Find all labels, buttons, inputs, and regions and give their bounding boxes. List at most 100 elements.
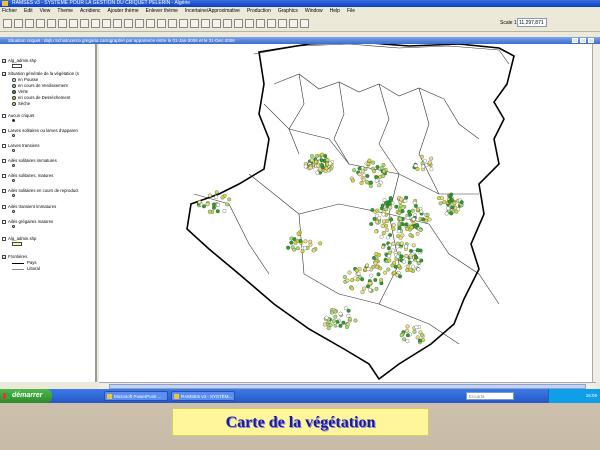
menu-item[interactable]: Ajouter thème	[108, 7, 139, 16]
layer-checkbox[interactable]	[2, 143, 6, 148]
toolbar-tool-icon[interactable]	[300, 19, 309, 28]
vegetation-point	[429, 167, 434, 172]
toolbar: Scale 1: 11,297,871	[0, 16, 600, 32]
toolbar-tool-icon[interactable]	[69, 19, 78, 28]
menu-item[interactable]: Help	[330, 7, 340, 16]
menu-item[interactable]: Fichier	[2, 7, 17, 16]
start-button[interactable]: démarrer	[0, 389, 52, 403]
slide-caption: Carte de la végétation	[172, 408, 429, 436]
desktop-screen: RAMSES v3 - SYSTÈME POUR LA GESTION DU C…	[0, 0, 600, 403]
horizontal-scrollbar[interactable]	[99, 382, 596, 389]
layer-checkbox[interactable]: ✓	[2, 71, 6, 76]
vegetation-point	[374, 264, 379, 269]
layer-checkbox[interactable]	[2, 204, 6, 209]
vegetation-label: en cours de Verdissement	[18, 83, 68, 88]
layer-checkbox[interactable]: ✓	[2, 254, 6, 259]
vertical-scrollbar[interactable]	[592, 44, 600, 382]
toolbar-tool-icon[interactable]	[201, 19, 210, 28]
menu-item[interactable]: Production	[247, 7, 271, 16]
menu-item[interactable]: Edit	[24, 7, 33, 16]
toolbar-tool-icon[interactable]	[36, 19, 45, 28]
layer-checkbox[interactable]	[2, 128, 6, 133]
toolbar-tool-icon[interactable]	[25, 19, 34, 28]
layer-label: Alg_admin.shp	[8, 236, 37, 241]
toolbar-tool-icon[interactable]	[124, 19, 133, 28]
toolbar-tool-icon[interactable]	[135, 19, 144, 28]
layer-checkbox[interactable]: ✓	[2, 58, 6, 63]
toolbar-tool-icon[interactable]	[212, 19, 221, 28]
legend-layer[interactable]: ✓ Frontières	[2, 254, 27, 259]
taskbar: démarrer Microsoft PowerPoint ... RAMSES…	[0, 389, 600, 403]
toolbar-tool-icon[interactable]	[168, 19, 177, 28]
legend-layer[interactable]: Aucun criquet	[2, 113, 34, 118]
minimize-icon[interactable]	[572, 38, 578, 43]
toolbar-tool-icon[interactable]	[157, 19, 166, 28]
vegetation-point	[405, 339, 410, 344]
vegetation-point	[391, 248, 396, 253]
vegetation-point	[362, 286, 367, 291]
legend-layer[interactable]: Ailés solitaires en cours de reproduct	[2, 188, 78, 193]
vegetation-point	[365, 174, 370, 178]
toolbar-tool-icon[interactable]	[256, 19, 265, 28]
toolbar-tool-icon[interactable]	[179, 19, 188, 28]
toolbar-tool-icon[interactable]	[113, 19, 122, 28]
legend-layer[interactable]: Ailés solitaires, matures	[2, 173, 53, 178]
vegetation-point	[345, 278, 350, 283]
menu-item[interactable]: Enlever thème	[146, 7, 178, 16]
vegetation-point	[350, 178, 355, 183]
layer-checkbox[interactable]	[2, 219, 6, 224]
toolbar-tool-icon[interactable]	[47, 19, 56, 28]
vegetation-point	[409, 248, 413, 253]
menu-item[interactable]: Window	[305, 7, 323, 16]
toolbar-tool-icon[interactable]	[278, 19, 287, 28]
taskbar-search-input[interactable]: Encarta	[466, 392, 514, 400]
legend-layer[interactable]: Larves transiens	[2, 143, 40, 148]
menu-item[interactable]: Graphics	[278, 7, 298, 16]
vegetation-point	[360, 290, 365, 295]
toolbar-tool-icon[interactable]	[190, 19, 199, 28]
close-icon[interactable]	[588, 38, 594, 43]
toolbar-tool-icon[interactable]	[3, 19, 12, 28]
layer-checkbox[interactable]	[2, 113, 6, 118]
legend-layer[interactable]: Alg_admin.shp	[2, 236, 36, 241]
vegetation-point	[399, 241, 404, 246]
taskbar-task-ramses[interactable]: RAMSES v3 - SYSTÈM...	[171, 391, 235, 401]
toolbar-tool-icon[interactable]	[80, 19, 89, 28]
menu-item[interactable]: Incertaine/Approximative	[185, 7, 240, 16]
layer-checkbox[interactable]	[2, 188, 6, 193]
toolbar-tool-icon[interactable]	[146, 19, 155, 28]
legend-layer[interactable]: ✓ Situation générale de la végétation (s	[2, 71, 79, 76]
layer-checkbox[interactable]	[2, 236, 6, 241]
legend-layer[interactable]: ✓ Alg_admin.shp	[2, 58, 36, 63]
layer-checkbox[interactable]	[2, 158, 6, 163]
maximize-icon[interactable]	[580, 38, 586, 43]
toolbar-tool-icon[interactable]	[91, 19, 100, 28]
menu-item[interactable]: View	[40, 7, 51, 16]
vegetation-point	[342, 275, 347, 279]
toolbar-tool-icon[interactable]	[289, 19, 298, 28]
map-view[interactable]	[99, 44, 596, 382]
vegetation-point	[371, 264, 376, 269]
toolbar-tool-icon[interactable]	[245, 19, 254, 28]
menu-item[interactable]: Acridienc	[80, 7, 101, 16]
vegetation-point	[381, 173, 386, 178]
legend-layer[interactable]: Larves solitaires ou larves d'apparen	[2, 128, 78, 133]
vegetation-point	[369, 180, 373, 185]
layer-checkbox[interactable]	[2, 173, 6, 178]
vegetation-point	[300, 249, 305, 254]
toolbar-tool-icon[interactable]	[102, 19, 111, 28]
toolbar-tool-icon[interactable]	[234, 19, 243, 28]
menu-item[interactable]: File	[347, 7, 355, 16]
scale-input[interactable]: 11,297,871	[517, 18, 547, 27]
toolbar-tool-icon[interactable]	[267, 19, 276, 28]
legend-layer[interactable]: Ailés transient immatures	[2, 204, 56, 209]
taskbar-task-powerpoint[interactable]: Microsoft PowerPoint ...	[104, 391, 168, 401]
toolbar-tool-icon[interactable]	[14, 19, 23, 28]
vegetation-point	[410, 264, 415, 269]
toolbar-tool-icon[interactable]	[58, 19, 67, 28]
toolbar-tool-icon[interactable]	[223, 19, 232, 28]
legend-layer[interactable]: Ailés solitaires immatures	[2, 158, 57, 163]
legend-layer[interactable]: Ailés grégaires matures	[2, 219, 53, 224]
menu-item[interactable]: Theme	[57, 7, 73, 16]
layer-label: Larves transiens	[8, 143, 40, 148]
